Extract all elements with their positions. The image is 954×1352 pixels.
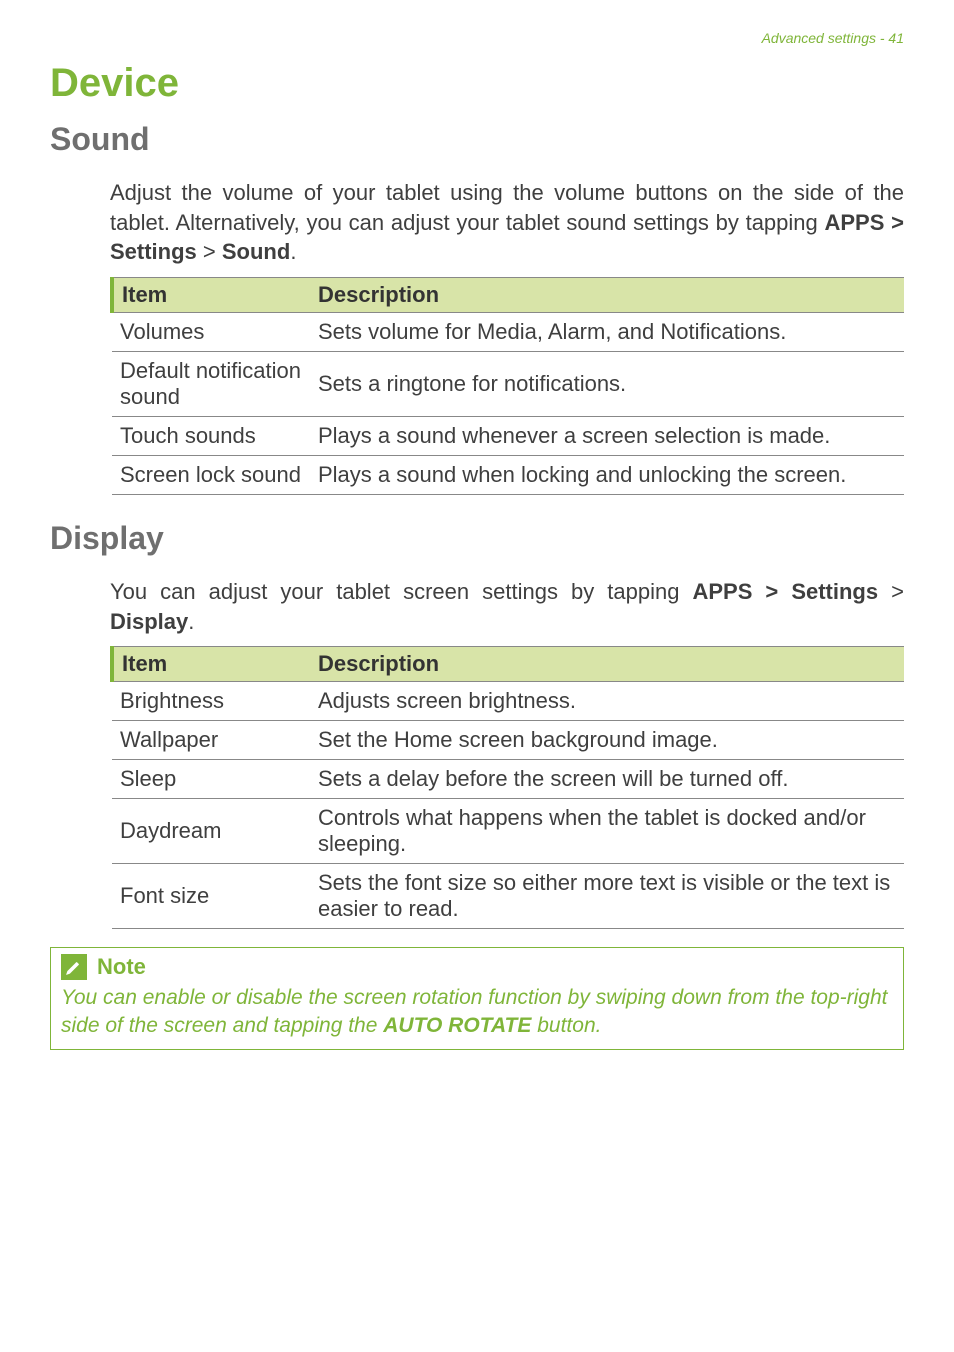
cell-desc: Adjusts screen brightness.	[310, 682, 904, 721]
col-item: Item	[112, 647, 310, 682]
table-row: Wallpaper Set the Home screen background…	[112, 721, 904, 760]
separator: >	[197, 239, 222, 264]
label-settings: Settings	[791, 579, 878, 604]
table-row: Brightness Adjusts screen brightness.	[112, 682, 904, 721]
spacer	[50, 495, 904, 520]
cell-desc: Plays a sound whenever a screen selectio…	[310, 417, 904, 456]
cell-item: Font size	[112, 864, 310, 929]
cell-item: Brightness	[112, 682, 310, 721]
label-sound: Sound	[222, 239, 290, 264]
cell-desc: Sets the font size so either more text i…	[310, 864, 904, 929]
cell-item: Screen lock sound	[112, 456, 310, 495]
display-intro: You can adjust your tablet screen settin…	[50, 577, 904, 636]
cell-item: Sleep	[112, 760, 310, 799]
text: Adjust the volume of your tablet using t…	[110, 180, 904, 235]
label-apps: APPS	[692, 579, 752, 604]
cell-desc: Sets volume for Media, Alarm, and Notifi…	[310, 313, 904, 352]
heading-device: Device	[50, 61, 904, 106]
table-row: Font size Sets the font size so either m…	[112, 864, 904, 929]
cell-item: Wallpaper	[112, 721, 310, 760]
cell-desc: Set the Home screen background image.	[310, 721, 904, 760]
table-header-row: Item Description	[112, 647, 904, 682]
separator: >	[884, 210, 904, 235]
label-auto-rotate: AUTO ROTATE	[383, 1014, 531, 1037]
table-row: Volumes Sets volume for Media, Alarm, an…	[112, 313, 904, 352]
col-description: Description	[310, 278, 904, 313]
table-row: Sleep Sets a delay before the screen wil…	[112, 760, 904, 799]
page-header: Advanced settings - 41	[50, 30, 904, 46]
table-row: Screen lock sound Plays a sound when loc…	[112, 456, 904, 495]
label-display: Display	[110, 609, 188, 634]
table-row: Default notification sound Sets a ringto…	[112, 352, 904, 417]
note-box: Note You can enable or disable the scree…	[50, 947, 904, 1050]
cell-item: Touch sounds	[112, 417, 310, 456]
note-body: You can enable or disable the screen rot…	[51, 980, 903, 1049]
heading-display: Display	[50, 520, 904, 557]
note-title: Note	[97, 954, 146, 980]
text: button.	[531, 1014, 601, 1037]
cell-item: Default notification sound	[112, 352, 310, 417]
text: You can adjust your tablet screen settin…	[110, 579, 692, 604]
display-table: Item Description Brightness Adjusts scre…	[110, 646, 904, 929]
cell-item: Volumes	[112, 313, 310, 352]
cell-desc: Sets a ringtone for notifications.	[310, 352, 904, 417]
separator: >	[752, 579, 791, 604]
page: Advanced settings - 41 Device Sound Adju…	[0, 0, 954, 1352]
text: .	[290, 239, 296, 264]
text: .	[188, 609, 194, 634]
note-header: Note	[51, 948, 903, 980]
label-settings: Settings	[110, 239, 197, 264]
table-row: Touch sounds Plays a sound whenever a sc…	[112, 417, 904, 456]
cell-desc: Sets a delay before the screen will be t…	[310, 760, 904, 799]
label-apps: APPS	[824, 210, 884, 235]
sound-intro: Adjust the volume of your tablet using t…	[50, 178, 904, 267]
sound-table: Item Description Volumes Sets volume for…	[110, 277, 904, 495]
cell-desc: Controls what happens when the tablet is…	[310, 799, 904, 864]
table-header-row: Item Description	[112, 278, 904, 313]
col-description: Description	[310, 647, 904, 682]
col-item: Item	[112, 278, 310, 313]
heading-sound: Sound	[50, 121, 904, 158]
cell-item: Daydream	[112, 799, 310, 864]
table-row: Daydream Controls what happens when the …	[112, 799, 904, 864]
pencil-icon	[61, 954, 87, 980]
separator: >	[878, 579, 904, 604]
cell-desc: Plays a sound when locking and unlocking…	[310, 456, 904, 495]
